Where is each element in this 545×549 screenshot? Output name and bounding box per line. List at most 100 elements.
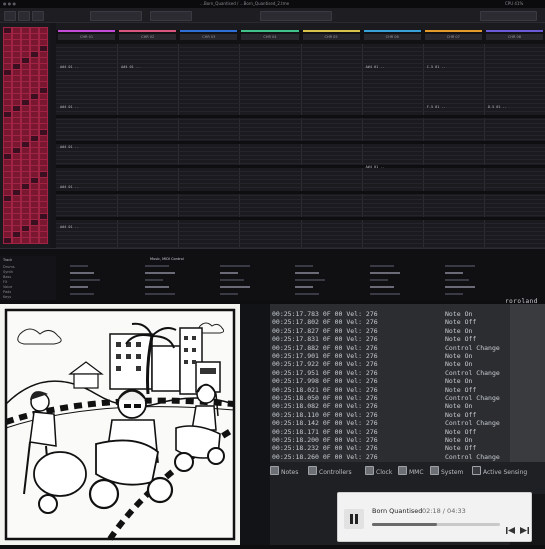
midi-log-row: 00:25:17.998 0F 00 Vel: 276 bbox=[272, 377, 378, 386]
track-name[interactable]: CHR 03 bbox=[180, 34, 238, 40]
note-cell[interactable]: A#4 01 .. bbox=[366, 65, 385, 69]
note-cell[interactable]: A#4 01 .. bbox=[60, 105, 79, 109]
note-cell[interactable]: A#4 01 .. bbox=[121, 65, 140, 69]
note-cell[interactable]: C-5 01 .. bbox=[427, 65, 446, 69]
grid-line bbox=[56, 223, 545, 224]
midi-event-type: Note On bbox=[445, 436, 473, 444]
pause-button[interactable] bbox=[344, 509, 364, 529]
filter-checkbox[interactable]: Active Sensing bbox=[472, 466, 527, 476]
parameter-slider[interactable] bbox=[145, 279, 163, 281]
device-bezel bbox=[240, 304, 270, 545]
note-cell[interactable]: A#4 01 .. bbox=[60, 65, 79, 69]
parameter-slider[interactable] bbox=[445, 272, 463, 274]
filter-checkbox[interactable]: Clock bbox=[365, 466, 392, 476]
browser-item[interactable]: Keys bbox=[3, 295, 11, 299]
parameter-slider[interactable] bbox=[145, 286, 169, 288]
filter-checkbox[interactable]: System bbox=[430, 466, 463, 476]
track-name[interactable]: CHR 05 bbox=[302, 34, 360, 40]
track-name[interactable]: CHR 07 bbox=[424, 34, 482, 40]
midi-event-type: Note On bbox=[445, 352, 473, 360]
grid-line bbox=[56, 239, 545, 240]
note-cell[interactable]: A#4 01 .. bbox=[366, 165, 385, 169]
parameter-slider[interactable] bbox=[295, 279, 325, 281]
track-name[interactable]: CHR 01 bbox=[58, 34, 116, 40]
note-cell[interactable]: A#4 01 .. bbox=[60, 225, 79, 229]
parameter-slider[interactable] bbox=[445, 286, 475, 288]
parameter-slider[interactable] bbox=[370, 279, 388, 281]
window-edge bbox=[510, 304, 545, 462]
parameter-slider[interactable] bbox=[70, 279, 100, 281]
track-name[interactable]: CHR 06 bbox=[363, 34, 421, 40]
parameter-slider[interactable] bbox=[295, 272, 319, 274]
parameter-slider[interactable] bbox=[370, 293, 400, 295]
grid-line bbox=[56, 59, 545, 60]
midi-event-type: Control Change bbox=[445, 343, 500, 352]
pad-cell[interactable] bbox=[21, 237, 30, 244]
signature-field[interactable] bbox=[150, 11, 192, 21]
note-cell[interactable]: D-5 01 .. bbox=[488, 105, 507, 109]
mixer-label: Music, MIDI Control bbox=[150, 257, 184, 261]
parameter-slider[interactable] bbox=[220, 279, 244, 281]
parameter-slider[interactable] bbox=[370, 272, 400, 274]
grid-line bbox=[56, 215, 545, 216]
grid-line bbox=[56, 227, 545, 228]
filter-checkbox[interactable]: Notes bbox=[270, 466, 298, 476]
parameter-slider[interactable] bbox=[145, 265, 169, 267]
pad-cell[interactable] bbox=[39, 237, 48, 244]
parameter-slider[interactable] bbox=[295, 293, 319, 295]
note-cell[interactable]: F-5 01 .. bbox=[427, 105, 446, 109]
play-icon[interactable] bbox=[4, 11, 16, 21]
parameter-slider[interactable] bbox=[220, 286, 250, 288]
pattern-grid[interactable]: A#4 01 .. A#4 01 .. A#4 01 .. C-5 01 .. A#4 … bbox=[56, 23, 545, 248]
filter-checkbox[interactable]: MMC bbox=[398, 466, 424, 476]
grid-line bbox=[56, 99, 545, 100]
parameter-slider[interactable] bbox=[70, 293, 94, 295]
parameter-slider[interactable] bbox=[70, 272, 94, 274]
pad-matrix bbox=[0, 23, 50, 253]
daw-window: ● ● ● …Born_Quantised / …Born_Quantised_… bbox=[0, 0, 545, 300]
browser-item[interactable]: Pads bbox=[3, 290, 11, 294]
parameter-slider[interactable] bbox=[220, 272, 238, 274]
browser-item[interactable]: Synth bbox=[3, 270, 13, 274]
pad-cell[interactable] bbox=[30, 237, 39, 244]
browser-item[interactable]: Voice bbox=[3, 285, 12, 289]
parameter-slider[interactable] bbox=[145, 293, 175, 295]
parameter-slider[interactable] bbox=[445, 293, 463, 295]
track-title: Born Quantised bbox=[372, 507, 423, 515]
grid-line bbox=[56, 159, 545, 160]
next-icon[interactable] bbox=[519, 520, 529, 534]
grid-line bbox=[56, 111, 545, 112]
parameter-slider[interactable] bbox=[445, 265, 475, 267]
parameter-slider[interactable] bbox=[70, 265, 88, 267]
grid-line bbox=[56, 103, 545, 104]
note-cell[interactable]: A#4 01 .. bbox=[60, 145, 79, 149]
window-controls-icon[interactable]: ● ● ● bbox=[3, 0, 16, 8]
parameter-slider[interactable] bbox=[445, 279, 469, 281]
parameter-slider[interactable] bbox=[370, 286, 394, 288]
progress-track[interactable] bbox=[372, 523, 500, 526]
track-name[interactable]: CHR 04 bbox=[241, 34, 299, 40]
parameter-slider[interactable] bbox=[70, 286, 88, 288]
browser-item[interactable]: Bass bbox=[3, 275, 11, 279]
pad-cell[interactable] bbox=[12, 237, 21, 244]
browser-item[interactable]: Drums bbox=[3, 265, 15, 269]
midi-event-type: Control Change bbox=[445, 394, 500, 402]
menu-bar: ● ● ● …Born_Quantised / …Born_Quantised_… bbox=[0, 0, 545, 8]
tempo-field[interactable] bbox=[90, 11, 142, 21]
record-icon[interactable] bbox=[32, 11, 44, 21]
track-name[interactable]: CHR 02 bbox=[119, 34, 177, 40]
filter-checkbox[interactable]: Controllers bbox=[308, 466, 352, 476]
track-name[interactable]: CHR 08 bbox=[485, 34, 543, 40]
previous-icon[interactable] bbox=[506, 520, 516, 534]
browser-item[interactable]: FX bbox=[3, 280, 7, 284]
parameter-slider[interactable] bbox=[370, 265, 394, 267]
stop-icon[interactable] bbox=[18, 11, 30, 21]
pad-cell[interactable] bbox=[3, 237, 12, 244]
parameter-slider[interactable] bbox=[220, 293, 238, 295]
parameter-slider[interactable] bbox=[145, 272, 175, 274]
parameter-slider[interactable] bbox=[295, 265, 313, 267]
note-cell[interactable]: A#4 01 .. bbox=[60, 185, 79, 189]
parameter-slider[interactable] bbox=[295, 286, 313, 288]
parameter-slider[interactable] bbox=[220, 265, 250, 267]
grid-line bbox=[56, 91, 545, 92]
